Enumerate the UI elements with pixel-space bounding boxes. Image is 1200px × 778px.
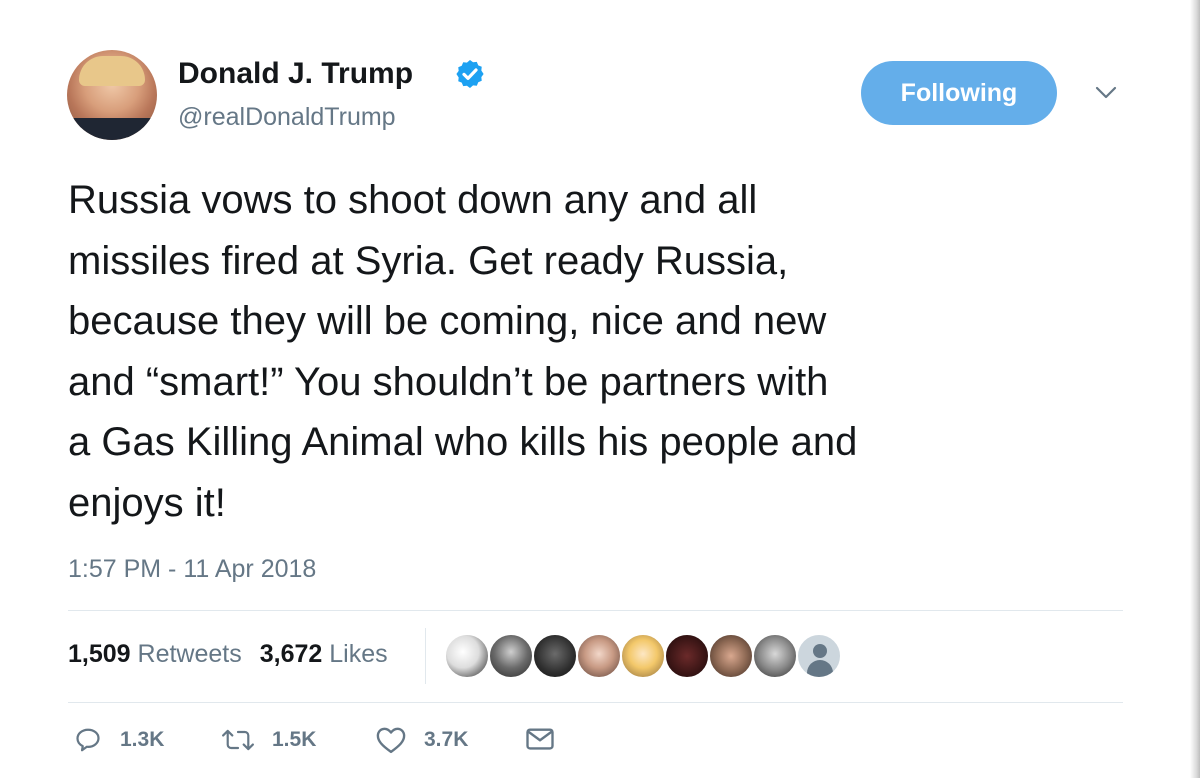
divider [68, 702, 1123, 703]
divider [68, 610, 1123, 611]
retweet-icon [222, 729, 254, 751]
tweet-timestamp[interactable]: 1:57 PM - 11 Apr 2018 [68, 555, 316, 584]
avatar[interactable] [67, 50, 157, 140]
liker-avatar[interactable] [708, 633, 754, 679]
user-handle[interactable]: @realDonaldTrump [178, 103, 396, 132]
liker-avatar[interactable] [752, 633, 798, 679]
vertical-divider [425, 628, 426, 684]
reply-icon [76, 728, 100, 752]
retweets-stat[interactable]: 1,509 Retweets [68, 640, 242, 669]
likes-count: 3,672 [259, 640, 323, 668]
tweet-line: because they will be coming, nice and ne… [68, 299, 827, 343]
liker-avatar[interactable] [620, 633, 666, 679]
liker-avatar[interactable] [444, 633, 490, 679]
user-name[interactable]: Donald J. Trump [178, 57, 413, 91]
likes-stat[interactable]: 3,672 Likes [260, 640, 388, 669]
retweet-count: 1.5K [272, 728, 317, 751]
envelope-icon [526, 728, 554, 750]
tweet-card: Donald J. Trump @realDonaldTrump Followi… [0, 0, 1200, 778]
heart-icon [376, 727, 406, 754]
reply-count: 1.3K [120, 728, 165, 751]
chevron-down-icon[interactable] [1095, 86, 1117, 100]
direct-message-button[interactable] [525, 726, 555, 752]
tweet-line: missiles fired at Syria. Get ready Russi… [68, 238, 789, 283]
following-button[interactable]: Following [861, 61, 1057, 125]
tweet-line: a Gas Killing Animal who kills his peopl… [68, 420, 858, 464]
retweet-button[interactable]: 1.5K [222, 726, 316, 754]
tweet-line: enjoys it! [68, 480, 226, 525]
retweets-label: Retweets [137, 640, 242, 668]
liker-avatar[interactable] [488, 633, 534, 679]
reply-button[interactable]: 1.3K [74, 726, 164, 754]
retweets-count: 1,509 [68, 640, 131, 668]
tweet-line: Russia vows to shoot down any and all [68, 178, 758, 222]
avatar-suit [67, 118, 157, 140]
likes-label: Likes [329, 640, 388, 668]
default-avatar-body [807, 660, 833, 677]
like-count: 3.7K [424, 728, 469, 751]
verified-badge-icon [456, 60, 484, 88]
default-avatar-icon[interactable] [796, 633, 842, 679]
tweet-text: Russia vows to shoot down any and all mi… [68, 170, 1148, 533]
avatar-hair [79, 56, 145, 86]
like-button[interactable]: 3.7K [376, 726, 468, 754]
engagement-stats: 1,509 Retweets 3,672 Likes [68, 640, 406, 669]
liker-avatar[interactable] [664, 633, 710, 679]
tweet-line: and “smart!” You shouldn’t be partners w… [68, 359, 829, 404]
default-avatar-head [813, 644, 827, 658]
window-edge [1190, 0, 1200, 778]
liker-avatars [444, 633, 842, 679]
liker-avatar[interactable] [532, 633, 578, 679]
liker-avatar[interactable] [576, 633, 622, 679]
